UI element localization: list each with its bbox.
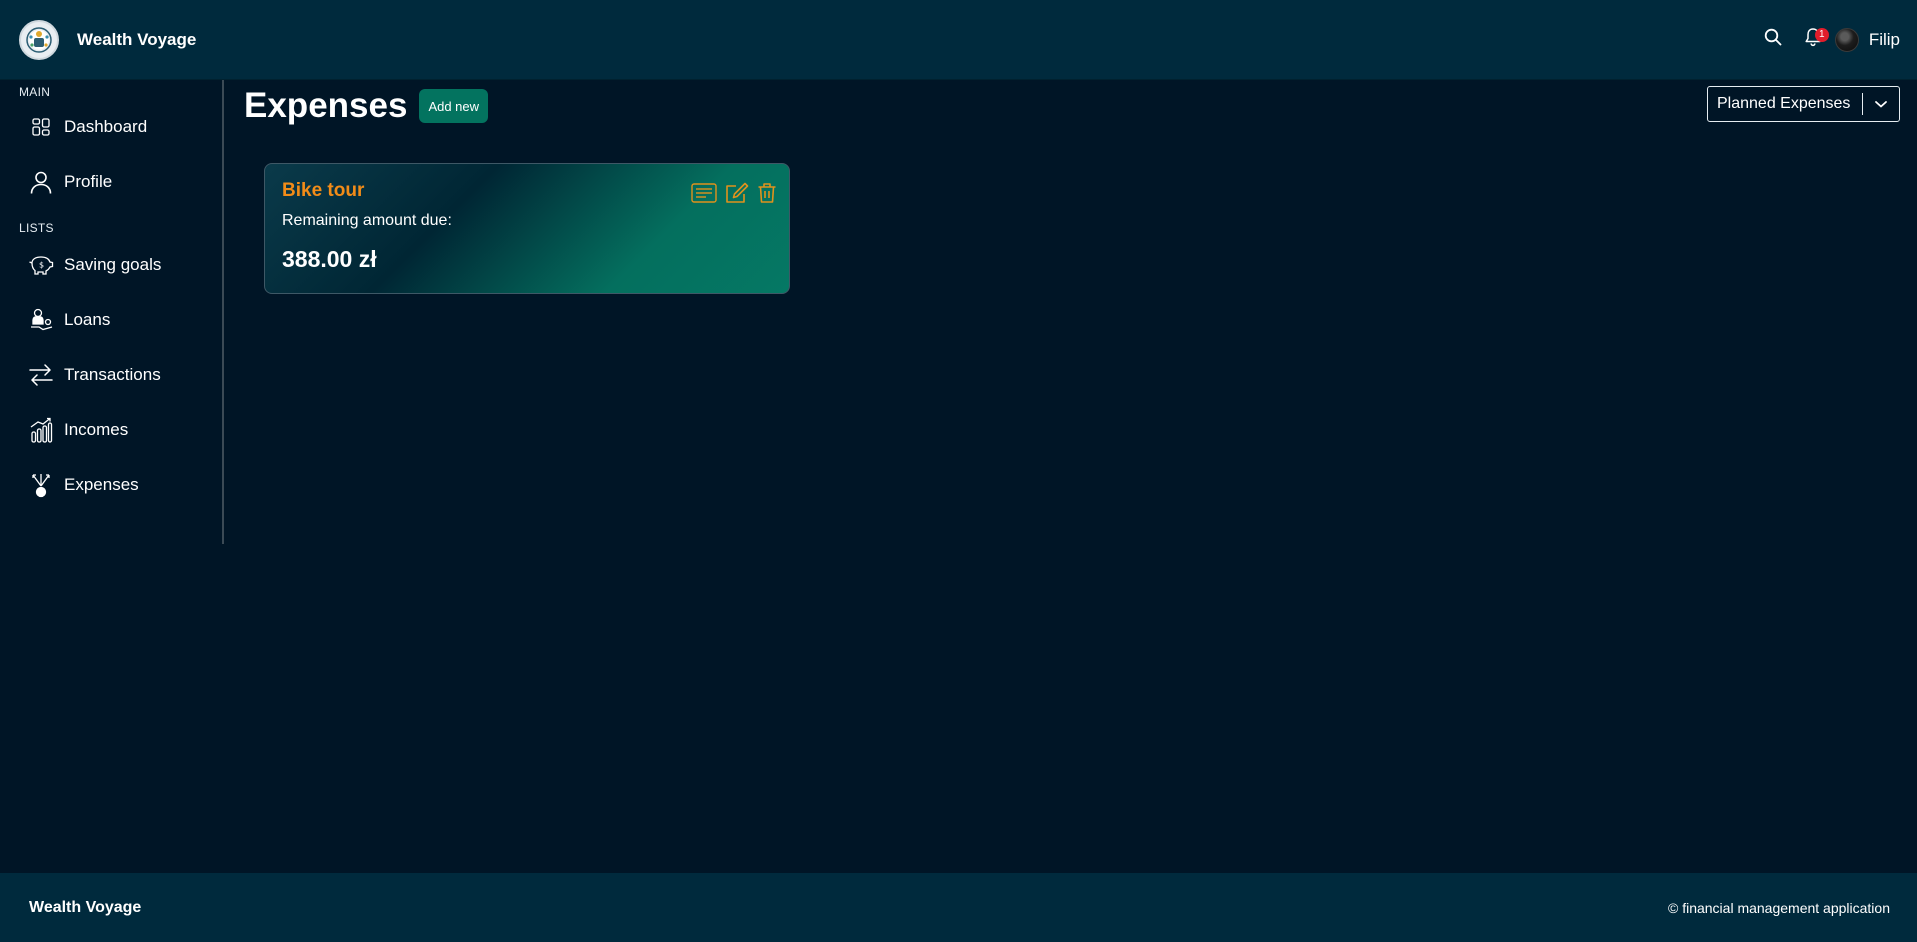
- expense-card-actions: [691, 182, 777, 204]
- edit-icon[interactable]: [725, 182, 749, 204]
- expense-card-subtitle: Remaining amount due:: [282, 212, 452, 229]
- expense-type-selected-value: Planned Expenses: [1717, 95, 1851, 112]
- expenses-icon: [28, 472, 54, 498]
- sidebar-item-label: Dashboard: [64, 116, 148, 136]
- sidebar-item-label: Expenses: [64, 474, 139, 494]
- details-icon[interactable]: [691, 183, 717, 203]
- footer-copyright: © financial management application: [1667, 899, 1890, 916]
- search-button[interactable]: [1753, 20, 1793, 60]
- sidebar-item-label: Loans: [64, 309, 111, 329]
- sidebar-item-label: Transactions: [64, 364, 161, 384]
- app-name[interactable]: Wealth Voyage: [77, 30, 196, 50]
- sidebar-item-saving-goals[interactable]: $ Saving goals: [0, 237, 222, 292]
- sidebar-item-label: Saving goals: [64, 254, 162, 274]
- expense-card: Bike tour Remaining amount due: 388.00 z…: [264, 163, 790, 294]
- svg-text:$: $: [39, 260, 44, 269]
- sidebar-item-incomes[interactable]: Incomes: [0, 402, 222, 457]
- sidebar-item-loans[interactable]: Loans: [0, 292, 222, 347]
- expense-card-amount: 388.00 zł: [282, 246, 377, 272]
- app-logo-icon[interactable]: [19, 19, 59, 60]
- trash-icon[interactable]: [757, 182, 777, 204]
- page-title: Expenses: [244, 86, 408, 125]
- top-bar: Wealth Voyage 1 Filip: [0, 0, 1917, 80]
- notifications-button[interactable]: 1: [1793, 20, 1833, 60]
- page-header: Expenses Add new: [244, 86, 489, 126]
- add-new-button[interactable]: Add new: [419, 89, 489, 123]
- sidebar-item-expenses[interactable]: Expenses: [0, 457, 222, 512]
- expense-type-select[interactable]: Planned Expenses: [1707, 86, 1900, 122]
- user-icon: [28, 169, 54, 195]
- brand[interactable]: Wealth Voyage: [19, 19, 196, 60]
- search-icon: [1764, 28, 1782, 51]
- sidebar-section-main: MAIN: [19, 85, 51, 99]
- footer: Wealth Voyage © financial management app…: [0, 873, 1917, 942]
- sidebar-item-profile[interactable]: Profile: [0, 154, 222, 209]
- sidebar-item-label: Incomes: [64, 419, 129, 439]
- notification-count-badge: 1: [1814, 27, 1829, 42]
- sidebar: MAIN Dashboard Profile LISTS $ Saving go…: [0, 80, 224, 544]
- chevron-down-icon[interactable]: [1863, 87, 1899, 121]
- footer-brand: Wealth Voyage: [29, 898, 142, 916]
- sidebar-item-label: Profile: [64, 171, 113, 191]
- sidebar-item-transactions[interactable]: Transactions: [0, 347, 222, 402]
- user-menu[interactable]: Filip: [1834, 27, 1900, 52]
- bar-chart-icon: [28, 417, 54, 443]
- transfer-arrows-icon: [28, 362, 54, 388]
- piggy-bank-icon: $: [28, 252, 54, 278]
- user-name[interactable]: Filip: [1869, 30, 1900, 50]
- avatar[interactable]: [1834, 27, 1859, 52]
- dashboard-icon: [28, 114, 54, 140]
- sidebar-item-dashboard[interactable]: Dashboard: [0, 99, 222, 154]
- loan-icon: [28, 307, 54, 333]
- sidebar-section-lists: LISTS: [19, 221, 54, 235]
